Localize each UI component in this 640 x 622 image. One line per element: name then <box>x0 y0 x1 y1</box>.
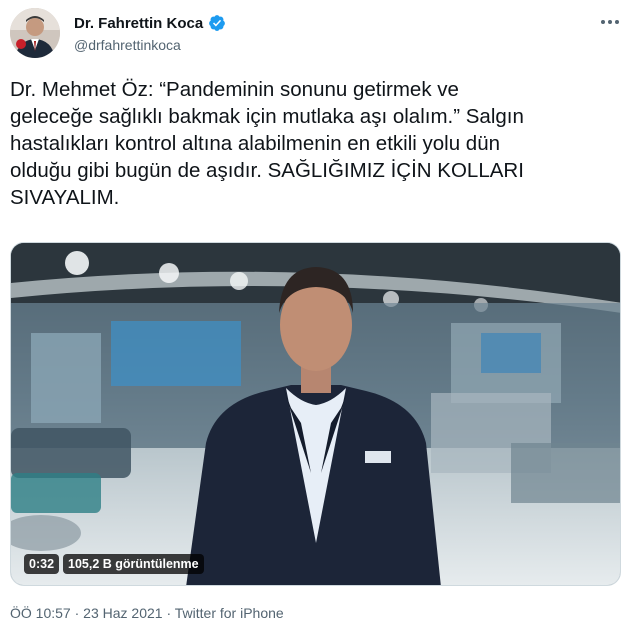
tweet-meta: ÖÖ 10:57 · 23 Haz 2021 · Twitter for iPh… <box>10 605 284 621</box>
handle[interactable]: @drfahrettinkoca <box>74 37 226 53</box>
tweet-header: Dr. Fahrettin Koca @drfahrettinkoca <box>10 8 630 60</box>
tweet-time[interactable]: ÖÖ 10:57 <box>10 605 71 621</box>
author-names: Dr. Fahrettin Koca @drfahrettinkoca <box>74 14 226 53</box>
more-dot-icon <box>601 20 605 24</box>
display-name-row: Dr. Fahrettin Koca <box>74 14 226 32</box>
more-dot-icon <box>615 20 619 24</box>
tweet-text: Dr. Mehmet Öz: “Pandeminin sonunu getirm… <box>10 78 524 209</box>
video-thumbnail <box>11 243 620 585</box>
display-name[interactable]: Dr. Fahrettin Koca <box>74 15 203 32</box>
verified-badge-icon <box>208 14 226 32</box>
view-count: 105,2 B görüntülenme <box>63 554 204 574</box>
avatar-image <box>10 8 60 58</box>
more-options-button[interactable] <box>598 14 622 30</box>
meta-separator: · <box>70 605 84 621</box>
video-player[interactable]: 0:32 105,2 B görüntülenme <box>10 242 621 586</box>
more-dot-icon <box>608 20 612 24</box>
avatar[interactable] <box>10 8 60 58</box>
meta-separator: · <box>162 605 175 621</box>
tweet-source[interactable]: Twitter for iPhone <box>175 605 284 621</box>
video-duration: 0:32 <box>24 554 60 574</box>
video-overlay: 0:32 105,2 B görüntülenme <box>24 554 204 574</box>
tweet-date[interactable]: 23 Haz 2021 <box>83 605 162 621</box>
